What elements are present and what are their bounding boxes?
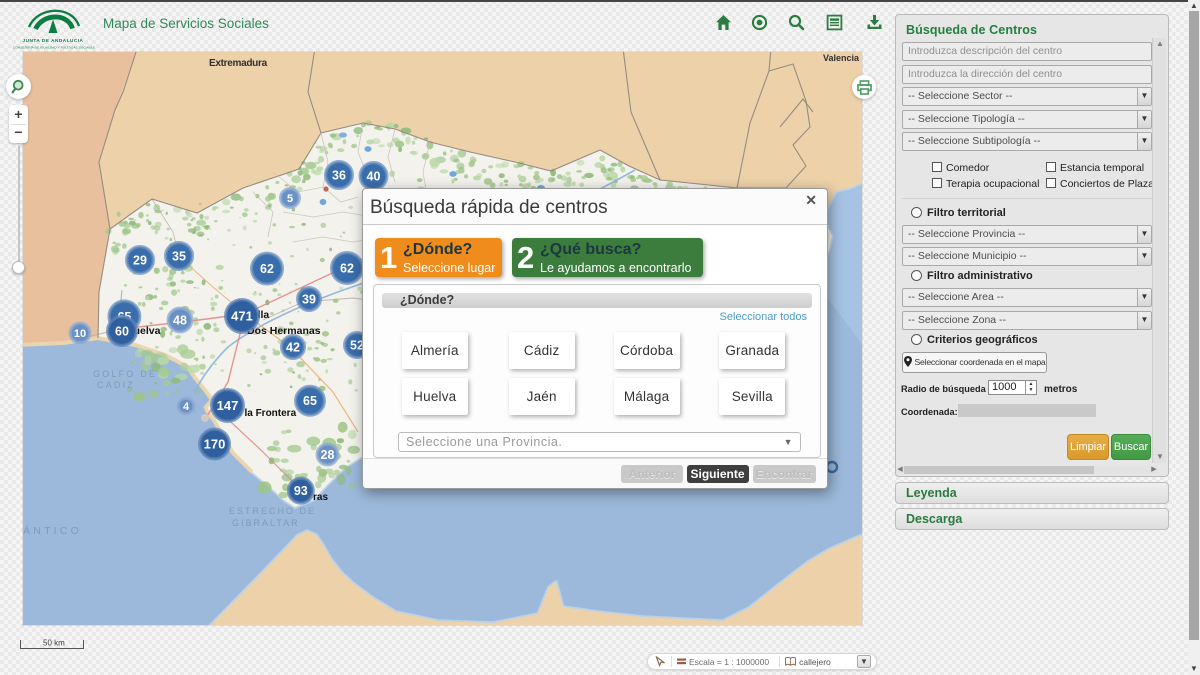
svg-text:CONSEJERÍA DE IGUALDAD Y POLÍT: CONSEJERÍA DE IGUALDAD Y POLÍTICAS SOCIA… <box>13 46 95 50</box>
svg-text:62: 62 <box>340 261 354 275</box>
svg-text:4: 4 <box>183 401 190 413</box>
svg-text:60: 60 <box>115 324 129 338</box>
svg-text:28: 28 <box>321 448 335 462</box>
svg-text:48: 48 <box>173 313 187 327</box>
svg-text:36: 36 <box>332 168 346 182</box>
svg-text:ras: ras <box>313 492 328 503</box>
svg-text:147: 147 <box>217 398 239 413</box>
svg-text:GOLFO DE: GOLFO DE <box>93 369 157 379</box>
svg-text:JUNTA DE ANDALUCIA: JUNTA DE ANDALUCIA <box>23 38 84 43</box>
svg-text:5: 5 <box>287 193 293 205</box>
svg-text:170: 170 <box>204 437 226 452</box>
svg-text:CADIZ: CADIZ <box>97 380 135 390</box>
svg-text:ATLÁNTICO: ATLÁNTICO <box>23 524 82 537</box>
svg-text:39: 39 <box>302 292 316 306</box>
svg-text:29: 29 <box>133 253 147 267</box>
svg-text:65: 65 <box>303 394 317 408</box>
svg-text:Dos Hermanas: Dos Hermanas <box>247 325 321 337</box>
svg-text:42: 42 <box>286 340 300 354</box>
svg-text:471: 471 <box>231 309 253 324</box>
svg-text:62: 62 <box>260 262 274 276</box>
svg-text:Extremadura: Extremadura <box>209 58 268 69</box>
svg-text:ESTRECHO DE: ESTRECHO DE <box>229 506 316 516</box>
svg-text:Valencia: Valencia <box>823 53 860 63</box>
svg-text:GIBRALTAR: GIBRALTAR <box>232 518 300 528</box>
svg-text:50 km: 50 km <box>43 639 65 648</box>
svg-text:10: 10 <box>74 328 86 340</box>
svg-text:93: 93 <box>294 484 308 498</box>
svg-text:40: 40 <box>367 169 381 183</box>
svg-text:35: 35 <box>172 249 186 263</box>
